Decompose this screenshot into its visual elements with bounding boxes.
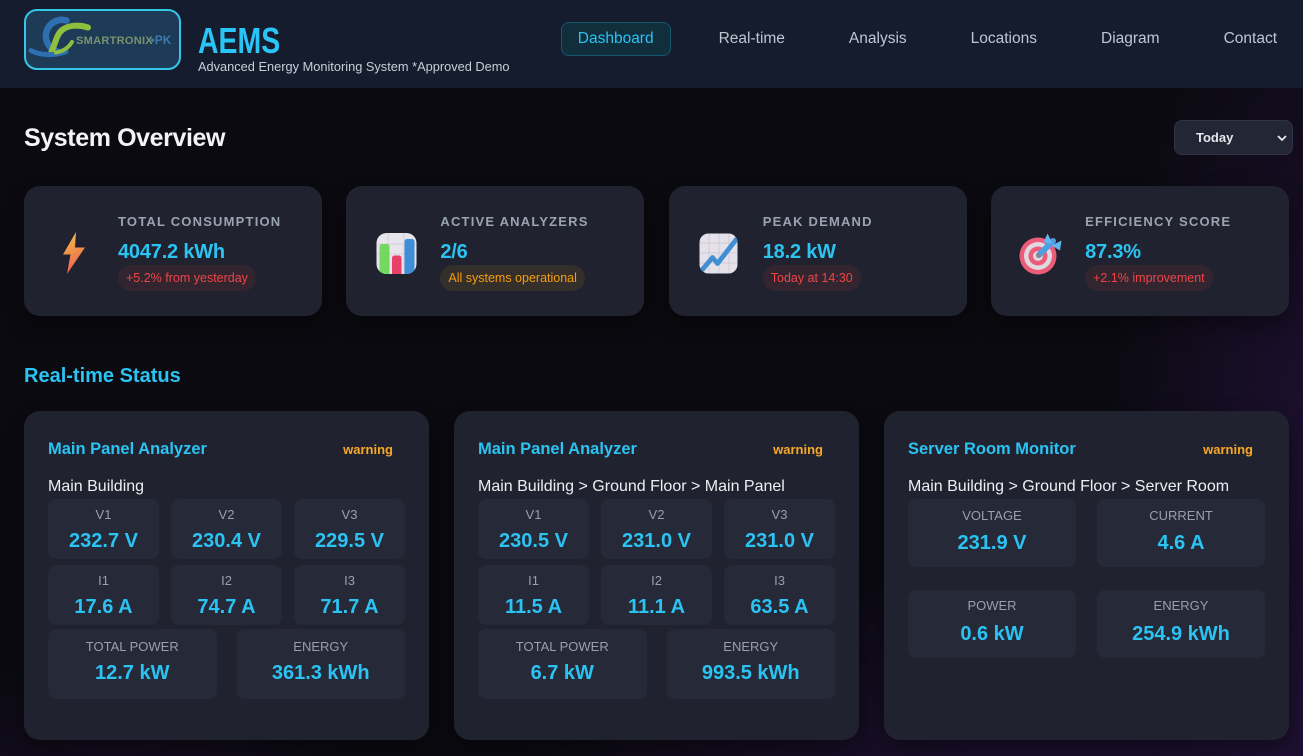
svg-text:SMARTRONIX: SMARTRONIX [76, 35, 153, 47]
svg-text:•PK: •PK [151, 33, 172, 47]
